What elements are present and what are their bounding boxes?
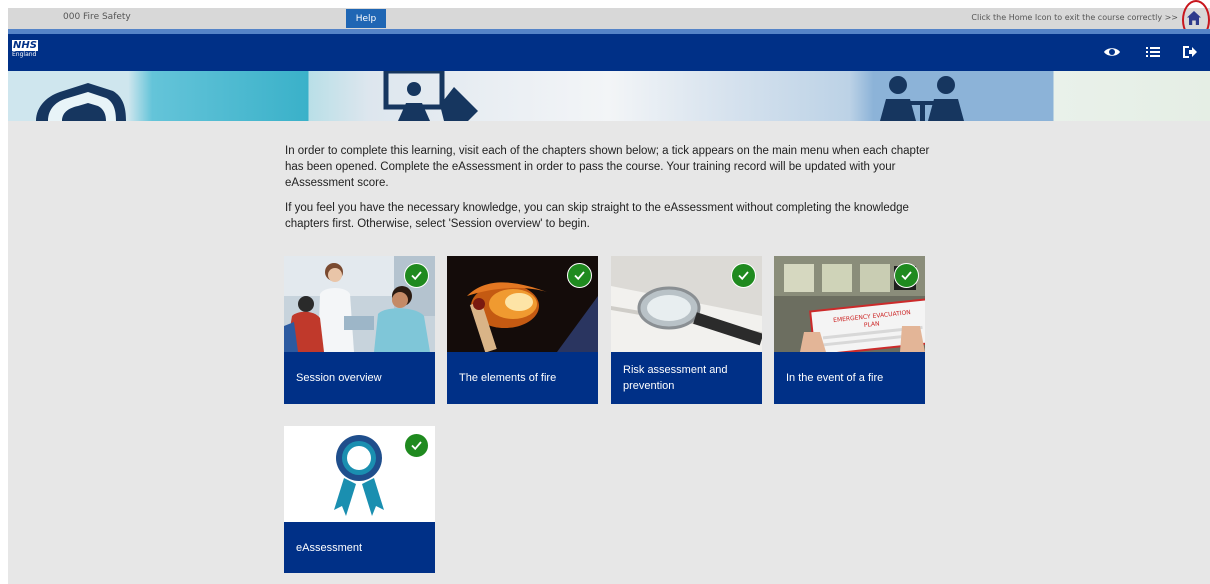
main-content: In order to complete this learning, visi… <box>8 121 1210 584</box>
exit-icon[interactable] <box>1181 43 1199 61</box>
intro-paragraph-1: In order to complete this learning, visi… <box>285 145 930 190</box>
hero-banner <box>8 71 1210 121</box>
completed-check-icon <box>731 263 756 288</box>
chapter-label: Session overview <box>296 372 382 384</box>
chapter-label: The elements of fire <box>459 372 557 384</box>
completed-check-icon <box>567 263 592 288</box>
banner-illustration <box>36 71 964 121</box>
nhs-logo: NHS England <box>12 40 38 59</box>
chapter-card-elements-of-fire[interactable]: The elements of fire <box>447 256 598 404</box>
chapter-label: In the event of a fire <box>786 372 884 384</box>
home-icon[interactable] <box>1186 10 1202 26</box>
completed-check-icon <box>404 433 429 458</box>
intro-text: In order to complete this learning, visi… <box>285 143 935 232</box>
nhs-header: NHS England <box>8 34 1210 71</box>
course-title: 000 Fire Safety <box>63 12 131 22</box>
course-topbar: 000 Fire Safety Help Click the Home Icon… <box>8 8 1210 29</box>
completed-check-icon <box>894 263 919 288</box>
chapter-card-session-overview[interactable]: Session overview <box>284 256 435 404</box>
chapter-card-eassessment[interactable]: eAssessment <box>284 426 435 573</box>
intro-paragraph-2: If you feel you have the necessary knowl… <box>285 201 909 230</box>
help-button[interactable]: Help <box>346 9 386 28</box>
eye-icon[interactable] <box>1103 43 1121 61</box>
nhs-logo-sub: England <box>12 51 37 58</box>
chapter-label: eAssessment <box>296 541 363 554</box>
chapter-card-risk-assessment[interactable]: Risk assessment and prevention <box>611 256 762 404</box>
chapter-label: Risk assessment and prevention <box>623 364 728 392</box>
completed-check-icon <box>404 263 429 288</box>
chapter-card-event-of-fire[interactable]: EMERGENCY EVACUATION PLAN In the event o… <box>774 256 925 404</box>
home-hint-text: Click the Home Icon to exit the course c… <box>971 13 1178 22</box>
nhs-logo-text: NHS <box>12 40 38 51</box>
list-icon[interactable] <box>1144 43 1162 61</box>
